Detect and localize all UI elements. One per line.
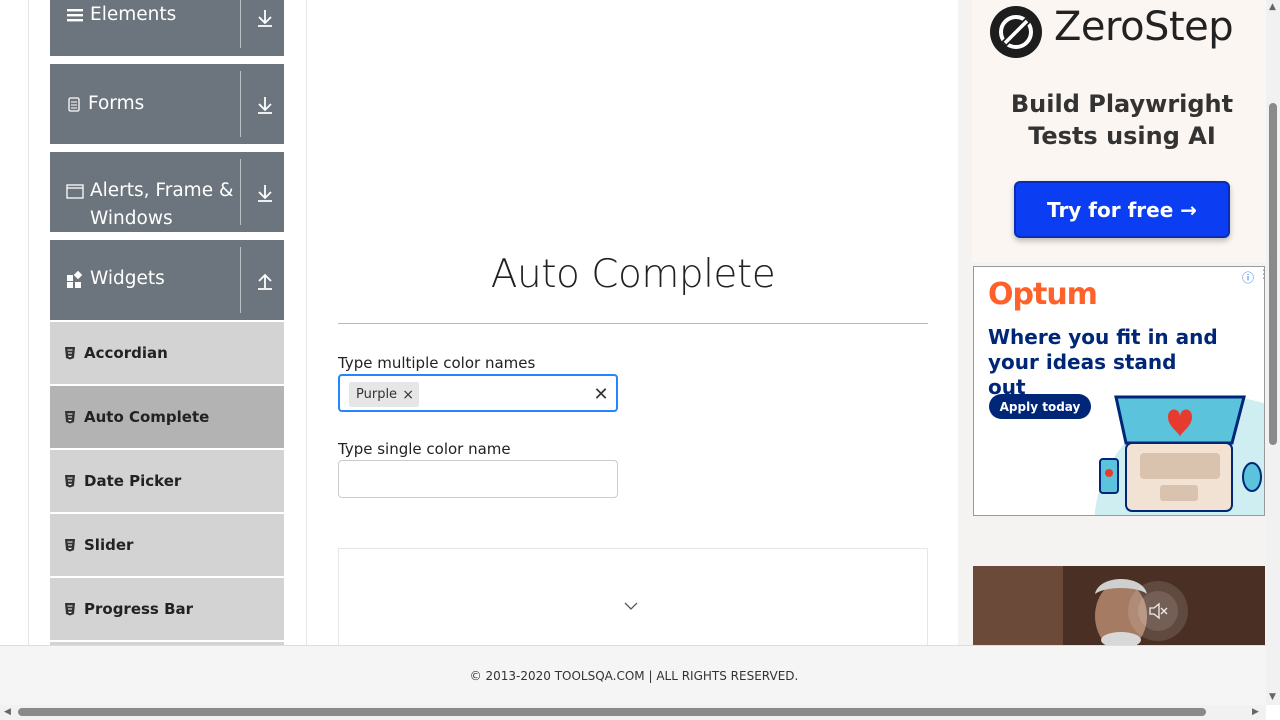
- sidebar-item-slider[interactable]: Slider: [50, 514, 284, 576]
- footer: © 2013-2020 TOOLSQA.COM | ALL RIGHTS RES…: [0, 645, 1268, 705]
- html5-icon: [65, 539, 75, 552]
- scroll-up-icon[interactable]: ▲: [1269, 2, 1276, 12]
- group-divider: [240, 0, 241, 48]
- scroll-right-icon[interactable]: ▶: [1252, 707, 1259, 717]
- chip-remove-icon[interactable]: ×: [397, 382, 419, 407]
- video-thumbnail-icon: [973, 566, 1265, 645]
- sidebar-item-label: Accordian: [84, 344, 168, 362]
- zerostep-tagline: Build Playwright Tests using AI: [972, 88, 1272, 152]
- try-for-free-button[interactable]: Try for free →: [1014, 181, 1230, 238]
- upload-arrow-icon: [258, 273, 272, 290]
- chevron-down-icon[interactable]: [623, 601, 639, 611]
- download-arrow-icon: [258, 10, 272, 27]
- footer-copyright: © 2013-2020 TOOLSQA.COM | ALL RIGHTS RES…: [469, 668, 799, 683]
- single-color-input[interactable]: [338, 460, 618, 498]
- window-icon: [66, 184, 84, 199]
- sidebar-group-elements-title: Elements: [66, 1, 176, 29]
- vertical-scrollbar[interactable]: ▲ ▼: [1266, 0, 1280, 705]
- sidebar-item-label: Progress Bar: [84, 600, 194, 618]
- group-divider: [240, 71, 241, 137]
- zerostep-logo-icon: [990, 6, 1042, 58]
- sidebar-item-label: Date Picker: [84, 472, 182, 490]
- laptop-illustration-icon: [1094, 395, 1264, 515]
- video-ad[interactable]: [973, 566, 1265, 645]
- document-icon: [68, 97, 80, 112]
- multi-color-label: Type multiple color names: [338, 354, 536, 372]
- sidebar-group-label-line1: Alerts, Frame &: [90, 180, 234, 201]
- html5-icon: [65, 347, 75, 360]
- horizontal-scrollbar[interactable]: ◀ ▶: [0, 705, 1266, 720]
- sidebar-group-label: Elements: [90, 4, 177, 25]
- collapsed-panel: [338, 548, 928, 658]
- sidebar-item-auto-complete[interactable]: Auto Complete: [50, 386, 284, 448]
- page: Elements Forms Alerts, Frame & Windows W…: [0, 0, 1280, 720]
- html5-icon: [65, 475, 75, 488]
- zerostep-brand: ZeroStep: [1054, 4, 1234, 50]
- zerostep-tagline-line2: Tests using AI: [1028, 122, 1216, 150]
- sidebar-item-progress-bar[interactable]: Progress Bar: [50, 578, 284, 640]
- menu-icon: [67, 9, 83, 22]
- single-color-label: Type single color name: [338, 440, 511, 458]
- sidebar-item-date-picker[interactable]: Date Picker: [50, 450, 284, 512]
- sidebar-item-label: Auto Complete: [84, 408, 210, 426]
- download-arrow-icon: [258, 97, 272, 114]
- sidebar-item-accordian[interactable]: Accordian: [50, 322, 284, 384]
- vertical-scroll-thumb[interactable]: [1269, 103, 1277, 445]
- html5-icon: [65, 603, 75, 616]
- sidebar-group-label: Forms: [88, 93, 145, 114]
- content-border-line: [306, 0, 307, 645]
- page-title: Auto Complete: [490, 252, 776, 297]
- optum-brand: Optum: [988, 277, 1098, 312]
- ad-info-icon[interactable]: ⓘ: [1242, 269, 1254, 286]
- html5-icon: [65, 411, 75, 424]
- left-border-line: [28, 0, 29, 645]
- sidebar-group-label: Widgets: [90, 268, 165, 289]
- ad-menu-icon[interactable]: ⋮: [1258, 267, 1264, 281]
- sidebar-item-label: Slider: [84, 536, 134, 554]
- group-divider: [240, 159, 241, 225]
- download-arrow-icon: [258, 185, 272, 202]
- widgets-icon: [67, 271, 83, 288]
- sidebar-group-alerts[interactable]: Alerts, Frame & Windows: [50, 152, 284, 232]
- group-divider: [240, 247, 241, 313]
- optum-ad[interactable]: Optum Where you fit in and your ideas st…: [973, 266, 1265, 516]
- zerostep-tagline-line1: Build Playwright: [1010, 90, 1234, 118]
- scroll-left-icon[interactable]: ◀: [4, 707, 11, 717]
- mute-icon[interactable]: [1147, 600, 1169, 622]
- sidebar-group-forms[interactable]: Forms: [50, 64, 284, 144]
- title-divider: [338, 323, 928, 324]
- clear-all-icon[interactable]: ✕: [590, 381, 612, 407]
- sidebar-group-forms-title: Forms: [66, 90, 144, 118]
- chip-label: Purple: [356, 387, 398, 402]
- sidebar-group-label-line2: Windows: [90, 208, 173, 229]
- color-chip: Purple ×: [349, 382, 420, 407]
- zerostep-ad[interactable]: ZeroStep Build Playwright Tests using AI…: [972, 0, 1266, 262]
- sidebar-group-elements[interactable]: Elements: [50, 0, 284, 56]
- horizontal-scroll-thumb[interactable]: [18, 708, 1206, 716]
- sidebar-group-widgets-title: Widgets: [66, 265, 165, 293]
- multi-color-input[interactable]: Purple × ✕: [338, 374, 618, 412]
- scroll-down-icon[interactable]: ▼: [1269, 692, 1276, 702]
- sidebar-group-widgets[interactable]: Widgets: [50, 240, 284, 320]
- sidebar-group-alerts-title: Alerts, Frame & Windows: [66, 177, 233, 233]
